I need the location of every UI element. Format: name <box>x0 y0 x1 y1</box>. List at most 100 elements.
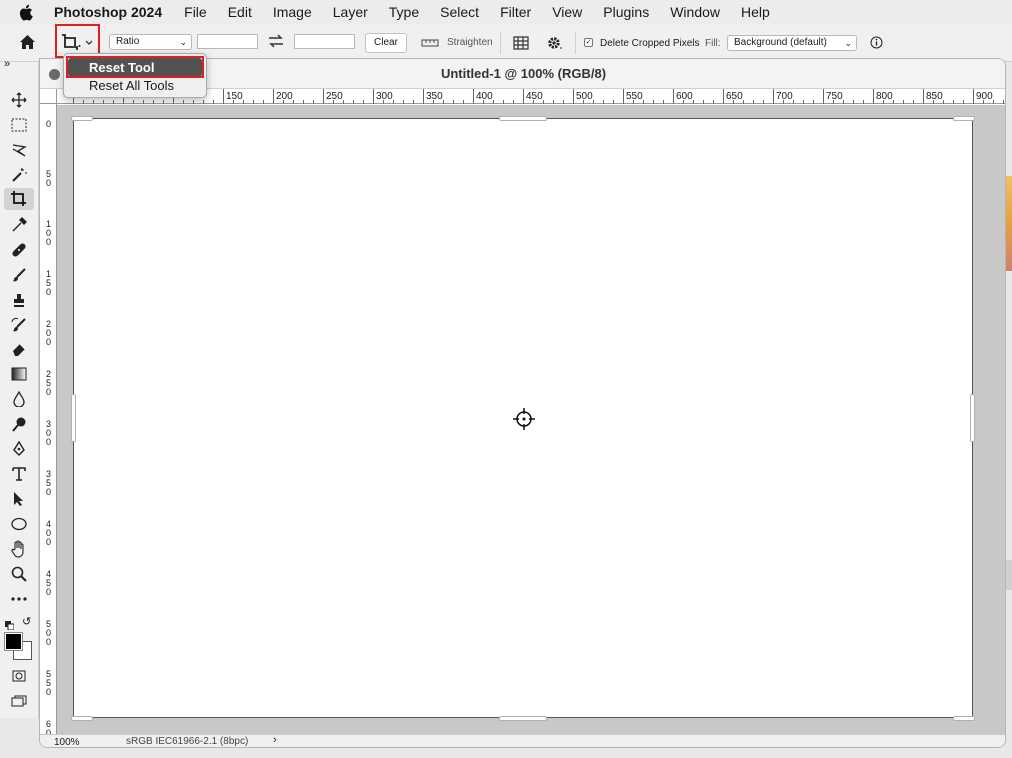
ellipse-tool[interactable] <box>4 513 34 535</box>
straighten-icon[interactable] <box>421 37 439 52</box>
ruler-label: 550 <box>626 91 643 102</box>
swap-colors-icon[interactable]: ↺ <box>22 615 31 628</box>
crop-handle-right-center[interactable] <box>970 394 975 442</box>
menu-select[interactable]: Select <box>440 4 479 20</box>
panel-edge <box>1006 176 1012 271</box>
ratio-select[interactable]: Ratio ⌄ <box>109 34 192 50</box>
crop-handle-top-left[interactable] <box>71 116 93 121</box>
menu-type[interactable]: Type <box>389 4 419 20</box>
ruler-origin[interactable] <box>40 89 57 104</box>
crop-tool[interactable] <box>4 188 34 210</box>
crop-handle-top-right[interactable] <box>953 116 975 121</box>
menu-plugins[interactable]: Plugins <box>603 4 649 20</box>
marquee-tool[interactable] <box>4 114 34 136</box>
color-profile[interactable]: sRGB IEC61966-2.1 (8bpc) <box>126 736 248 747</box>
screen-mode-button[interactable] <box>4 690 34 712</box>
gradient-icon <box>11 367 27 381</box>
crop-handle-bottom-center[interactable] <box>499 716 547 721</box>
gradient-tool[interactable] <box>4 363 34 385</box>
clear-button[interactable]: Clear <box>365 33 407 53</box>
screen-mode-icon <box>11 695 27 707</box>
clone-stamp-tool[interactable] <box>4 289 34 311</box>
home-icon[interactable] <box>19 34 36 53</box>
ruler-label: 250 <box>45 369 51 397</box>
fill-select-value: Background (default) <box>734 37 827 48</box>
crop-handle-bottom-left[interactable] <box>71 716 93 721</box>
crop-icon <box>11 191 26 206</box>
canvas[interactable] <box>73 118 973 718</box>
apple-icon[interactable] <box>18 4 36 21</box>
info-icon[interactable] <box>870 36 883 52</box>
menu-window[interactable]: Window <box>670 4 720 20</box>
magnifier-icon <box>11 566 27 582</box>
ruler-label: 850 <box>926 91 943 102</box>
vertical-ruler[interactable]: 050100150200250300350400450500550600 <box>40 104 57 747</box>
height-input[interactable] <box>294 34 355 49</box>
blur-tool[interactable] <box>4 388 34 410</box>
ruler-label: 350 <box>45 469 51 497</box>
menu-file[interactable]: File <box>184 4 207 20</box>
chevron-right-icon[interactable]: › <box>273 734 277 746</box>
pasteboard[interactable] <box>57 105 1005 734</box>
ruler-label: 350 <box>426 91 443 102</box>
eyedropper-tool[interactable] <box>4 214 34 236</box>
dodge-tool[interactable] <box>4 413 34 435</box>
separator <box>575 32 576 54</box>
stamp-icon <box>14 294 24 307</box>
overlay-grid-icon[interactable] <box>512 34 532 55</box>
menu-image[interactable]: Image <box>273 4 312 20</box>
menu-view[interactable]: View <box>552 4 582 20</box>
ruler-label: 200 <box>45 319 51 347</box>
drop-icon <box>13 391 25 407</box>
type-tool[interactable] <box>4 463 34 485</box>
straighten-label[interactable]: Straighten <box>447 37 493 48</box>
ruler-label: 800 <box>876 91 893 102</box>
menu-filter[interactable]: Filter <box>500 4 531 20</box>
magic-wand-tool[interactable] <box>4 164 34 186</box>
collapse-panel-icon[interactable]: » <box>4 58 10 70</box>
menu-layer[interactable]: Layer <box>333 4 368 20</box>
history-brush-icon <box>11 317 26 332</box>
lasso-tool[interactable] <box>4 139 34 161</box>
ruler-label: 400 <box>45 519 51 547</box>
ellipse-icon <box>11 517 27 531</box>
ratio-select-value: Ratio <box>116 36 140 47</box>
foreground-color-swatch[interactable] <box>4 632 23 651</box>
settings-gear-icon[interactable] <box>546 35 564 54</box>
brush-tool[interactable] <box>4 264 34 286</box>
chevron-down-icon: ⌄ <box>844 38 852 48</box>
ruler-label: 250 <box>326 91 343 102</box>
swap-icon[interactable] <box>268 34 284 51</box>
crop-handle-bottom-right[interactable] <box>953 716 975 721</box>
move-tool[interactable] <box>4 89 34 111</box>
quick-mask-button[interactable] <box>4 665 34 687</box>
hand-tool[interactable] <box>4 538 34 560</box>
path-selection-tool[interactable] <box>4 488 34 510</box>
ruler-label: 700 <box>776 91 793 102</box>
menu-edit[interactable]: Edit <box>228 4 252 20</box>
crop-center-crosshair-icon <box>512 407 536 436</box>
ruler-label: 500 <box>576 91 593 102</box>
ruler-label: 400 <box>476 91 493 102</box>
edit-toolbar-button[interactable] <box>4 588 34 610</box>
crop-handle-top-center[interactable] <box>499 116 547 121</box>
default-colors-icon[interactable] <box>5 617 15 631</box>
zoom-tool[interactable] <box>4 563 34 585</box>
tools-panel: » ↺ <box>0 58 39 718</box>
eyedropper-icon <box>12 217 27 232</box>
panel-edge <box>1006 560 1012 590</box>
ruler-label: 500 <box>45 619 51 647</box>
history-brush-tool[interactable] <box>4 314 34 336</box>
eraser-tool[interactable] <box>4 338 34 360</box>
app-name-menu[interactable]: Photoshop 2024 <box>54 4 162 20</box>
reset-all-tools-menu-item[interactable]: Reset All Tools <box>68 76 202 95</box>
pen-tool[interactable] <box>4 438 34 460</box>
delete-cropped-label[interactable]: Delete Cropped Pixels <box>600 38 700 49</box>
crop-handle-left-center[interactable] <box>71 394 76 442</box>
fill-select[interactable]: Background (default) ⌄ <box>727 35 857 51</box>
width-input[interactable] <box>197 34 258 49</box>
menu-help[interactable]: Help <box>741 4 770 20</box>
zoom-level[interactable]: 100% <box>54 737 80 747</box>
delete-cropped-checkbox[interactable]: ✓ <box>584 38 593 47</box>
healing-brush-tool[interactable] <box>4 239 34 261</box>
